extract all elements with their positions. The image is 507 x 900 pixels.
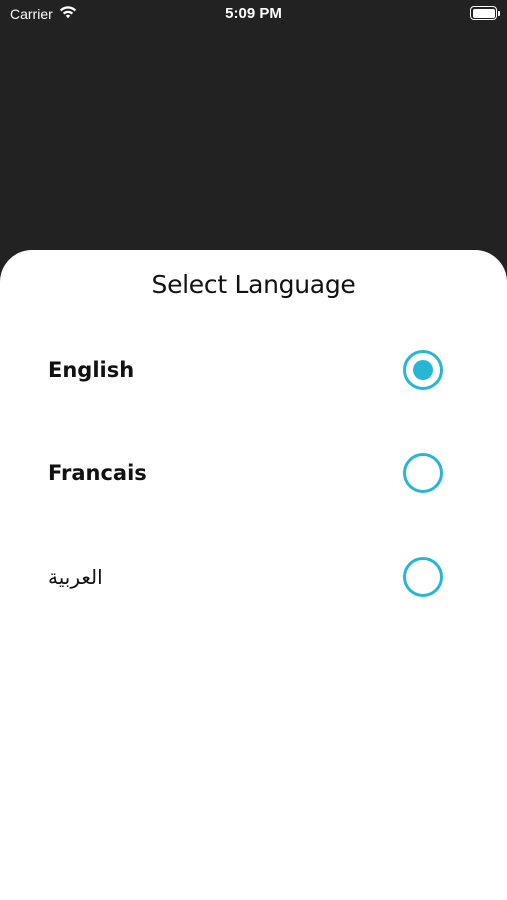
- battery-icon: [470, 6, 500, 20]
- language-option-francais[interactable]: Francais: [0, 438, 507, 508]
- language-label-english: English: [48, 358, 135, 382]
- status-right: [470, 6, 500, 20]
- radio-button-francais[interactable]: [403, 453, 443, 493]
- language-bottom-sheet: Select Language English Francais العربية: [0, 250, 507, 900]
- language-option-arabic[interactable]: العربية: [0, 542, 507, 612]
- radio-selected-dot: [413, 360, 433, 380]
- language-option-english[interactable]: English: [0, 335, 507, 405]
- language-label-francais: Francais: [48, 461, 147, 485]
- battery-fill: [472, 8, 495, 18]
- radio-button-arabic[interactable]: [403, 557, 443, 597]
- sheet-title: Select Language: [151, 270, 356, 299]
- radio-button-english[interactable]: [403, 350, 443, 390]
- language-label-arabic: العربية: [48, 565, 103, 589]
- status-time: 5:09 PM: [225, 5, 282, 22]
- app-screen: Carrier 5:09 PM Select Language English: [0, 0, 507, 900]
- status-bar: Carrier 5:09 PM: [0, 0, 507, 28]
